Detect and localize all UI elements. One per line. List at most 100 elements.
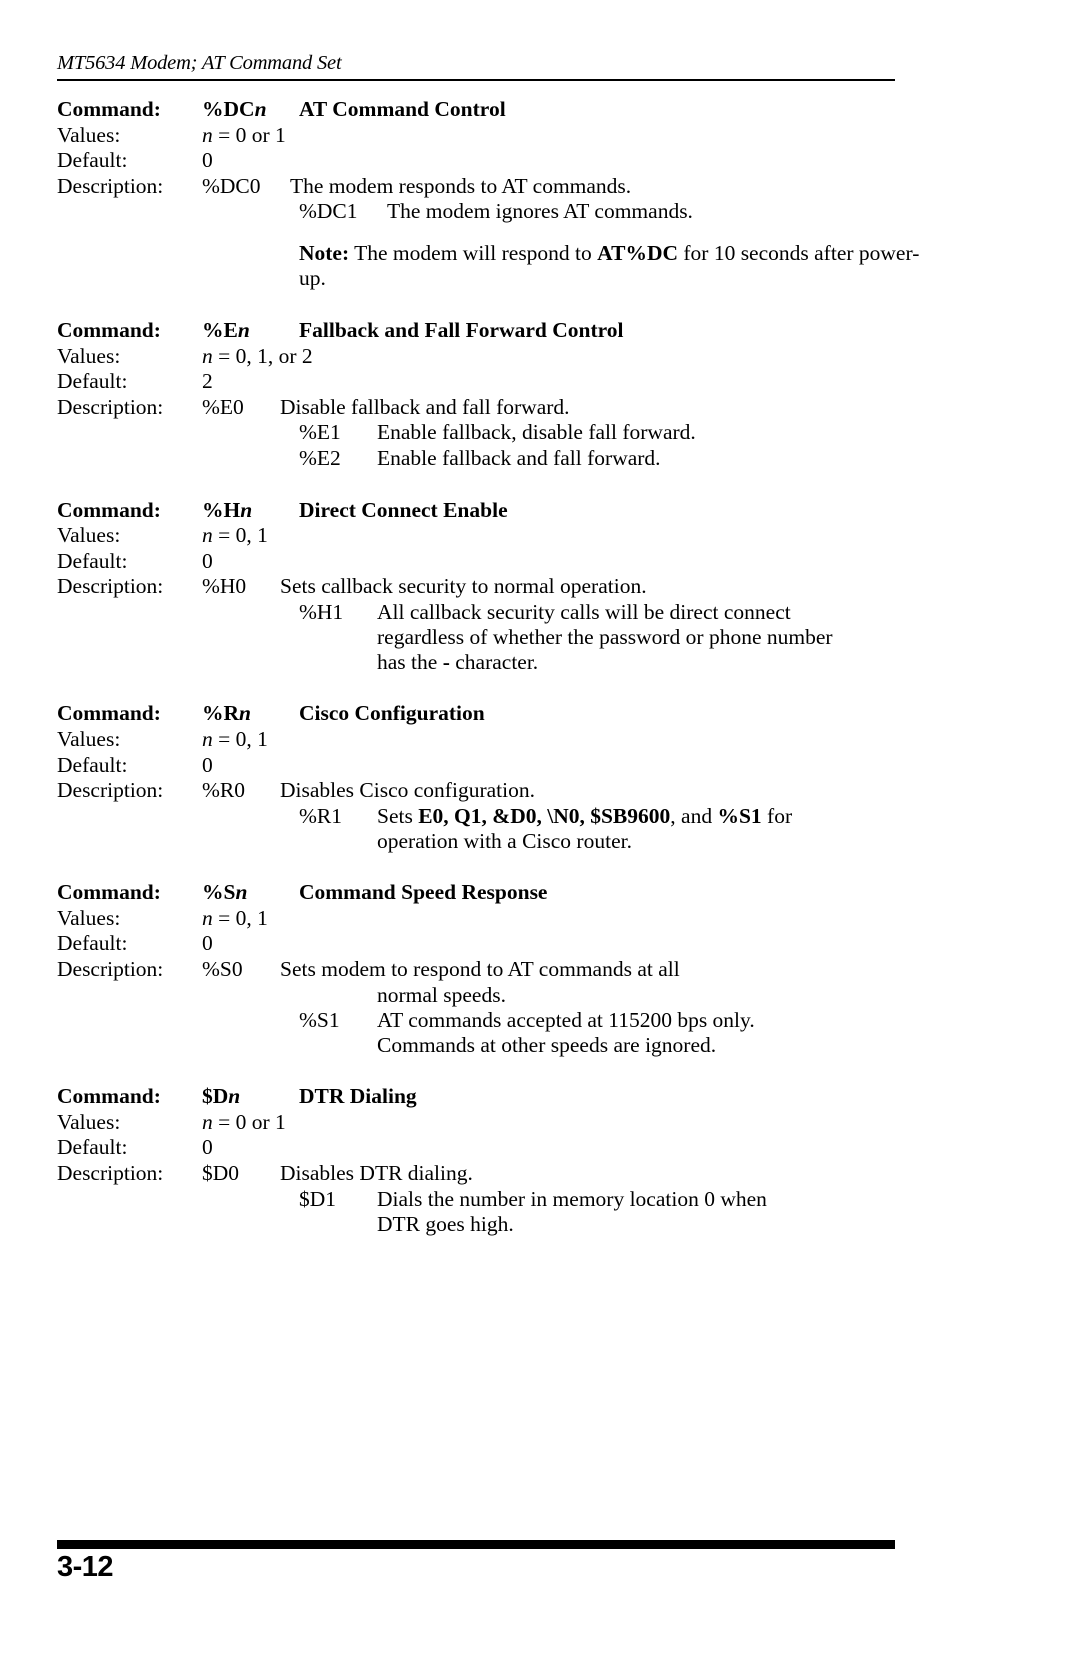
command-heading-row: Command: %DCn AT Command Control — [57, 97, 957, 123]
command-syntax: %Hn — [202, 498, 299, 524]
description-label: Description: — [57, 574, 164, 599]
note: Note: The modem will respond to AT%DC fo… — [299, 241, 939, 292]
command-title: Cisco Configuration — [299, 701, 485, 726]
values-value: n = 0, 1 — [202, 523, 268, 549]
description-code: %H1 — [299, 599, 344, 624]
values-value: n = 0, 1 — [202, 906, 268, 932]
description-code: %H0 — [202, 574, 247, 599]
description-entry: %E1 Enable fallback, disable fall forwar… — [299, 420, 957, 446]
running-head: MT5634 Modem; AT Command Set — [57, 52, 895, 81]
default-value: 0 — [202, 148, 213, 173]
description-row: Description: %R0 Disables Cisco configur… — [57, 778, 957, 804]
description-entry: $D1 Dials the number in memory location … — [299, 1187, 957, 1213]
description-text: Sets E0, Q1, &D0, \N0, $SB9600, and %S1 … — [377, 804, 792, 830]
description-text: Dials the number in memory location 0 wh… — [377, 1186, 767, 1211]
description-text: Disables Cisco configuration. — [280, 778, 535, 803]
values-rest: = 0, 1 — [212, 523, 268, 548]
command-syntax-var: n — [235, 880, 248, 905]
command-syntax-var: n — [239, 701, 251, 726]
values-row: Values: n = 0, 1 — [57, 727, 957, 753]
description-code: $D0 — [202, 1160, 240, 1185]
description-text: Disables DTR dialing. — [280, 1160, 473, 1185]
default-row: Default: 0 — [57, 931, 957, 957]
document-page: MT5634 Modem; AT Command Set Command: %D… — [0, 0, 1080, 1669]
command-syntax: %En — [202, 318, 299, 344]
values-label: Values: — [57, 122, 121, 147]
description-entry: %DC1 The modem ignores AT commands. — [299, 199, 957, 225]
description-row: Description: %S0 Sets modem to respond t… — [57, 957, 957, 983]
command-syntax: %Rn — [202, 701, 299, 727]
description-text: Disable fallback and fall forward. — [280, 394, 570, 419]
description-text: The modem responds to AT commands. — [290, 173, 632, 198]
command-label: Command: — [57, 318, 161, 343]
command-syntax-base: %S — [202, 880, 236, 905]
command-heading-row: Command: %Hn Direct Connect Enable — [57, 498, 957, 524]
description-entry: %E2 Enable fallback and fall forward. — [299, 446, 957, 472]
note-bold-term: AT%DC — [597, 240, 678, 265]
description-code: %S1 — [299, 1007, 340, 1032]
description-code: %DC1 — [299, 199, 358, 224]
description-continuation: regardless of whether the password or ph… — [377, 625, 833, 650]
command-title: Command Speed Response — [299, 880, 548, 905]
description-code: %E2 — [299, 445, 341, 470]
command-syntax-base: $D — [202, 1084, 229, 1109]
values-row: Values: n = 0, 1 — [57, 523, 957, 549]
description-text: All callback security calls will be dire… — [377, 599, 791, 624]
default-row: Default: 0 — [57, 1135, 957, 1161]
values-value: n = 0 or 1 — [202, 1110, 286, 1136]
command-syntax-var: n — [240, 497, 253, 522]
description-code: %DC0 — [202, 173, 261, 198]
description-row: Description: $D0 Disables DTR dialing. — [57, 1161, 957, 1187]
values-label: Values: — [57, 905, 121, 930]
values-rest: = 0, 1 — [212, 726, 268, 751]
description-code: %S0 — [202, 957, 243, 982]
description-entry: $D0 Disables DTR dialing. — [202, 1161, 473, 1187]
command-heading-row: Command: %Sn Command Speed Response — [57, 880, 957, 906]
default-label: Default: — [57, 548, 128, 573]
default-row: Default: 0 — [57, 148, 957, 174]
description-code: %E0 — [202, 394, 244, 419]
description-code: %E1 — [299, 420, 341, 445]
values-row: Values: n = 0, 1, or 2 — [57, 344, 957, 370]
description-entry: %E0 Disable fallback and fall forward. — [202, 395, 570, 421]
values-rest: = 0 or 1 — [212, 122, 286, 147]
command-syntax-base: %DC — [202, 97, 255, 121]
description-code: $D1 — [299, 1186, 337, 1211]
values-var: n — [202, 523, 213, 548]
description-entry: %DC0 The modem responds to AT commands. — [202, 174, 631, 200]
running-head-rule — [57, 78, 895, 81]
command-block-s: Command: %Sn Command Speed Response Valu… — [57, 880, 957, 1058]
command-heading-row: Command: %En Fallback and Fall Forward C… — [57, 318, 957, 344]
default-value: 0 — [202, 752, 213, 777]
values-row: Values: n = 0 or 1 — [57, 123, 957, 149]
values-rest: = 0, 1, or 2 — [212, 343, 313, 368]
command-syntax-var: n — [228, 1084, 241, 1109]
default-row: Default: 0 — [57, 753, 957, 779]
description-entry: %R1 Sets E0, Q1, &D0, \N0, $SB9600, and … — [299, 804, 957, 830]
command-title: AT Command Control — [299, 97, 506, 121]
default-label: Default: — [57, 1135, 128, 1160]
cont-text-after: character. — [449, 650, 539, 675]
command-heading-row: Command: $Dn DTR Dialing — [57, 1084, 957, 1110]
values-var: n — [202, 343, 213, 368]
description-row: Description: %DC0 The modem responds to … — [57, 174, 957, 200]
values-rest: = 0, 1 — [212, 905, 268, 930]
default-label: Default: — [57, 752, 128, 777]
description-text: Enable fallback, disable fall forward. — [377, 420, 696, 445]
values-value: n = 0, 1, or 2 — [202, 344, 313, 370]
description-label: Description: — [57, 173, 164, 198]
cont-bold-char: - — [442, 650, 450, 675]
footer-rule — [57, 1540, 895, 1549]
command-label: Command: — [57, 97, 161, 121]
values-label: Values: — [57, 1109, 121, 1134]
cont-text-before: has the — [377, 650, 443, 675]
description-label: Description: — [57, 394, 164, 419]
default-label: Default: — [57, 369, 128, 394]
r1-after: for — [761, 803, 793, 828]
values-label: Values: — [57, 726, 121, 751]
note-label: Note: — [299, 240, 350, 265]
command-syntax: %DCn — [202, 97, 299, 123]
values-var: n — [202, 122, 213, 147]
description-row: Description: %H0 Sets callback security … — [57, 574, 957, 600]
command-label: Command: — [57, 1084, 161, 1109]
